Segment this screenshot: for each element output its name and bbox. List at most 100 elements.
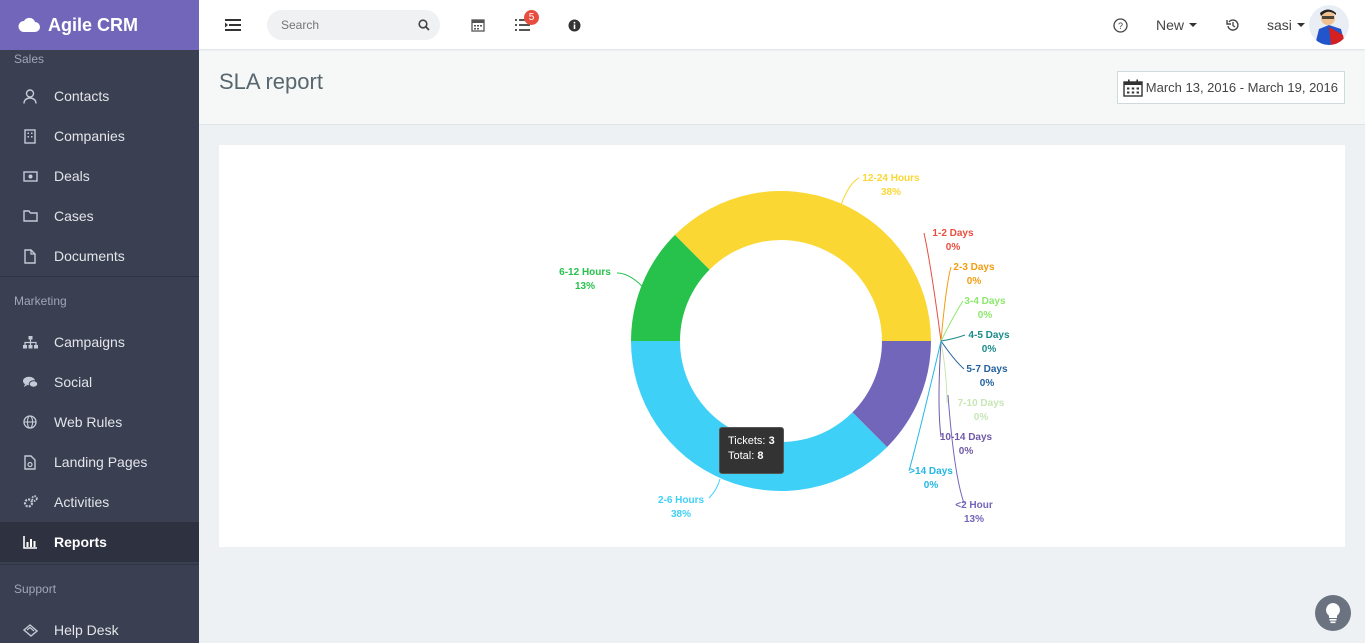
slice-label: >14 Days: [909, 466, 953, 477]
slice-label: 3-4 Days: [964, 296, 1006, 307]
app-name: Agile CRM: [48, 14, 138, 35]
search-box[interactable]: [267, 10, 440, 40]
sidebar-item-documents[interactable]: Documents: [0, 236, 199, 276]
sidebar-item-contacts[interactable]: Contacts: [0, 76, 199, 116]
date-range-text: March 13, 2016 - March 19, 2016: [1145, 80, 1338, 95]
svg-text:?: ?: [1117, 21, 1122, 31]
sidebar-item-label: Activities: [54, 494, 110, 510]
avatar[interactable]: [1309, 5, 1349, 45]
slice-percent: 0%: [959, 446, 974, 457]
sidebar-section-title: Sales: [14, 52, 45, 66]
lightbulb-icon: [1326, 603, 1340, 624]
sidebar-item-label: Reports: [54, 534, 107, 550]
document-icon: [20, 248, 40, 264]
comments-icon: [20, 374, 40, 390]
sidebar-item-activities[interactable]: Activities: [0, 482, 199, 522]
brand[interactable]: Agile CRM: [0, 0, 199, 50]
slice-percent: 13%: [964, 514, 984, 525]
cloud-icon: [18, 17, 40, 32]
calendar-button[interactable]: [470, 17, 486, 33]
help-button[interactable]: ?: [1111, 16, 1129, 34]
search-icon[interactable]: [418, 19, 430, 31]
folder-icon: [20, 208, 40, 224]
user-menu[interactable]: sasi: [1267, 16, 1305, 34]
building-icon: [20, 128, 40, 144]
sidebar-item-label: Landing Pages: [54, 454, 148, 470]
donut-slice[interactable]: [674, 190, 931, 341]
question-circle-icon: ?: [1112, 17, 1128, 33]
slice-label: 7-10 Days: [958, 398, 1005, 409]
new-label: New: [1156, 17, 1185, 33]
sidebar-item-label: Web Rules: [54, 414, 123, 430]
label-connector: [938, 340, 942, 438]
user-icon: [20, 88, 40, 104]
sidebar-item-label: Help Desk: [54, 622, 119, 638]
slice-label: 10-14 Days: [940, 432, 993, 443]
sidebar-item-label: Companies: [54, 128, 125, 144]
info-icon: [568, 19, 580, 31]
slice-label: 1-2 Days: [932, 228, 974, 239]
label-connector: [840, 177, 860, 206]
calendar-icon: [1123, 79, 1143, 97]
sidebar-nav: Sales Contacts Companies Deals Cases Document…: [0, 50, 199, 643]
user-name: sasi: [1267, 17, 1292, 33]
sidebar-item-social[interactable]: Social: [0, 362, 199, 402]
avatar-image: [1309, 5, 1349, 45]
tooltip-tickets-value: 3: [768, 435, 775, 447]
sidebar-section-title: Marketing: [14, 294, 67, 308]
slice-percent: 13%: [575, 281, 595, 292]
sidebar-item-label: Contacts: [54, 88, 110, 104]
menu-collapse-icon: [225, 19, 241, 31]
sidebar-item-label: Documents: [54, 248, 125, 264]
slice-label: 4-5 Days: [968, 330, 1010, 341]
chart-tooltip: Tickets: 3 Total: 8: [719, 427, 784, 474]
page-title: SLA report: [219, 69, 323, 94]
sidebar-item-campaigns[interactable]: Campaigns: [0, 322, 199, 362]
slice-label: 5-7 Days: [966, 364, 1008, 375]
search-input[interactable]: [281, 18, 418, 32]
menu-toggle-button[interactable]: [223, 17, 243, 33]
slice-percent: 0%: [946, 242, 961, 253]
bar-chart-icon: [20, 534, 40, 550]
label-connector: [940, 340, 948, 404]
new-dropdown[interactable]: New: [1156, 16, 1198, 34]
info-button[interactable]: [566, 17, 582, 33]
label-connector: [616, 272, 644, 288]
slice-percent: 0%: [967, 276, 982, 287]
slice-percent: 0%: [974, 412, 989, 423]
slice-label: 2-6 Hours: [658, 495, 705, 506]
sla-chart-panel: <2 Hour 13% 2-6 Hours 38% 6-12 Hours 13% 12-24…: [219, 145, 1345, 547]
tasks-button[interactable]: 5: [514, 10, 539, 33]
sitemap-icon: [20, 334, 40, 350]
slice-label: 12-24 Hours: [862, 173, 920, 184]
globe-icon: [20, 414, 40, 430]
slice-percent: 0%: [980, 378, 995, 389]
label-connector: [708, 478, 721, 499]
sidebar-item-cases[interactable]: Cases: [0, 196, 199, 236]
caret-down-icon: [1189, 23, 1198, 27]
tooltip-tickets-label: Tickets:: [728, 435, 766, 447]
date-range-picker[interactable]: March 13, 2016 - March 19, 2016: [1116, 71, 1345, 104]
sidebar-item-label: Campaigns: [54, 334, 125, 350]
money-icon: [20, 168, 40, 184]
label-connector: [940, 334, 966, 342]
gears-icon: [20, 494, 40, 510]
slice-percent: 38%: [881, 187, 901, 198]
caret-down-icon: [1296, 23, 1305, 27]
sidebar-divider: [0, 276, 199, 277]
sidebar-item-help-desk[interactable]: Help Desk: [0, 610, 199, 643]
sla-donut-chart: <2 Hour 13% 2-6 Hours 38% 6-12 Hours 13% 12-24…: [559, 173, 1010, 525]
label-connector: [940, 266, 952, 342]
sidebar-section-title: Support: [14, 582, 57, 596]
sidebar-item-companies[interactable]: Companies: [0, 116, 199, 156]
tooltip-total-value: 8: [757, 450, 764, 462]
sidebar-item-web-rules[interactable]: Web Rules: [0, 402, 199, 442]
history-button[interactable]: [1224, 16, 1242, 34]
sidebar-item-reports[interactable]: Reports: [0, 522, 199, 562]
help-bulb-button[interactable]: [1315, 595, 1351, 631]
sidebar-divider: [0, 564, 199, 565]
sidebar-item-landing-pages[interactable]: Landing Pages: [0, 442, 199, 482]
sidebar-item-label: Social: [54, 374, 93, 390]
sidebar-item-label: Deals: [54, 168, 90, 184]
sidebar-item-deals[interactable]: Deals: [0, 156, 199, 196]
